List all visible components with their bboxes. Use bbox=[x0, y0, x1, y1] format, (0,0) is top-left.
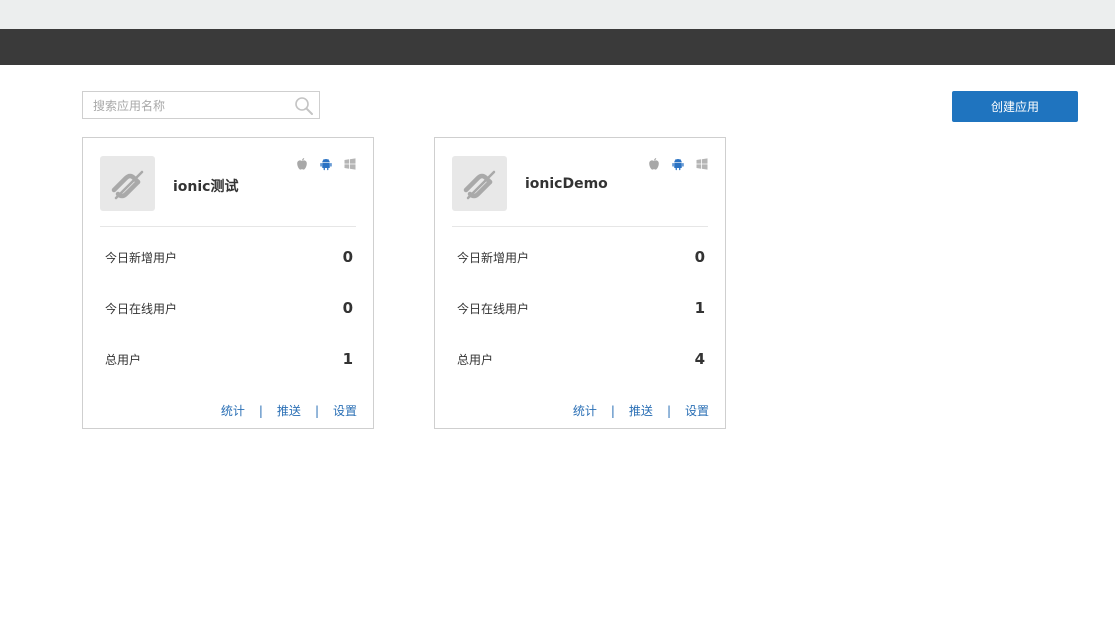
action-separator: | bbox=[610, 403, 615, 418]
stat-row-total-users: 总用户 1 bbox=[105, 349, 353, 369]
stat-row-online-users-today: 今日在线用户 1 bbox=[457, 298, 705, 318]
stat-row-online-users-today: 今日在线用户 0 bbox=[105, 298, 353, 318]
card-actions: 统计 | 推送 | 设置 bbox=[221, 402, 357, 419]
windows-icon bbox=[343, 157, 357, 171]
apple-icon bbox=[295, 157, 309, 171]
stat-value: 0 bbox=[694, 248, 705, 266]
push-link[interactable]: 推送 bbox=[277, 402, 301, 419]
stat-value: 0 bbox=[342, 299, 353, 317]
app-logo[interactable] bbox=[452, 156, 507, 211]
stat-row-new-users-today: 今日新增用户 0 bbox=[105, 247, 353, 267]
card-divider bbox=[100, 226, 356, 227]
push-link[interactable]: 推送 bbox=[629, 402, 653, 419]
search-box[interactable] bbox=[82, 91, 320, 119]
stat-value: 4 bbox=[694, 350, 705, 368]
apple-icon bbox=[647, 157, 661, 171]
card-divider bbox=[452, 226, 708, 227]
windows-icon bbox=[695, 157, 709, 171]
stat-label: 今日新增用户 bbox=[105, 250, 178, 265]
app-name[interactable]: ionicDemo bbox=[525, 176, 608, 192]
stat-label: 总用户 bbox=[457, 352, 494, 367]
app-name[interactable]: ionic测试 bbox=[173, 176, 238, 196]
action-separator: | bbox=[314, 403, 319, 418]
app-card: ionicDemo 今日新增用户 0 今日在线用户 1 总用户 4 统计 | 推… bbox=[434, 137, 726, 429]
action-separator: | bbox=[666, 403, 671, 418]
create-app-button[interactable]: 创建应用 bbox=[952, 91, 1078, 122]
app-logo[interactable] bbox=[100, 156, 155, 211]
app-placeholder-icon bbox=[463, 170, 495, 199]
app-card: ionic测试 今日新增用户 0 今日在线用户 0 总用户 1 统计 | 推送 … bbox=[82, 137, 374, 429]
platform-icons bbox=[295, 157, 357, 171]
browser-top-strip bbox=[0, 0, 1115, 29]
settings-link[interactable]: 设置 bbox=[333, 402, 357, 419]
stat-label: 今日在线用户 bbox=[105, 301, 178, 316]
action-separator: | bbox=[258, 403, 263, 418]
search-icon[interactable] bbox=[294, 96, 314, 116]
android-icon bbox=[319, 157, 333, 171]
stat-label: 总用户 bbox=[105, 352, 142, 367]
top-navigation-bar bbox=[0, 29, 1115, 65]
settings-link[interactable]: 设置 bbox=[685, 402, 709, 419]
stat-row-new-users-today: 今日新增用户 0 bbox=[457, 247, 705, 267]
search-input[interactable] bbox=[93, 97, 288, 115]
card-actions: 统计 | 推送 | 设置 bbox=[573, 402, 709, 419]
android-icon bbox=[671, 157, 685, 171]
stats-link[interactable]: 统计 bbox=[573, 402, 597, 419]
app-placeholder-icon bbox=[111, 170, 143, 199]
stat-label: 今日新增用户 bbox=[457, 250, 530, 265]
stat-row-total-users: 总用户 4 bbox=[457, 349, 705, 369]
stat-value: 1 bbox=[342, 350, 353, 368]
stat-value: 0 bbox=[342, 248, 353, 266]
stat-value: 1 bbox=[694, 299, 705, 317]
stats-link[interactable]: 统计 bbox=[221, 402, 245, 419]
stat-label: 今日在线用户 bbox=[457, 301, 530, 316]
platform-icons bbox=[647, 157, 709, 171]
